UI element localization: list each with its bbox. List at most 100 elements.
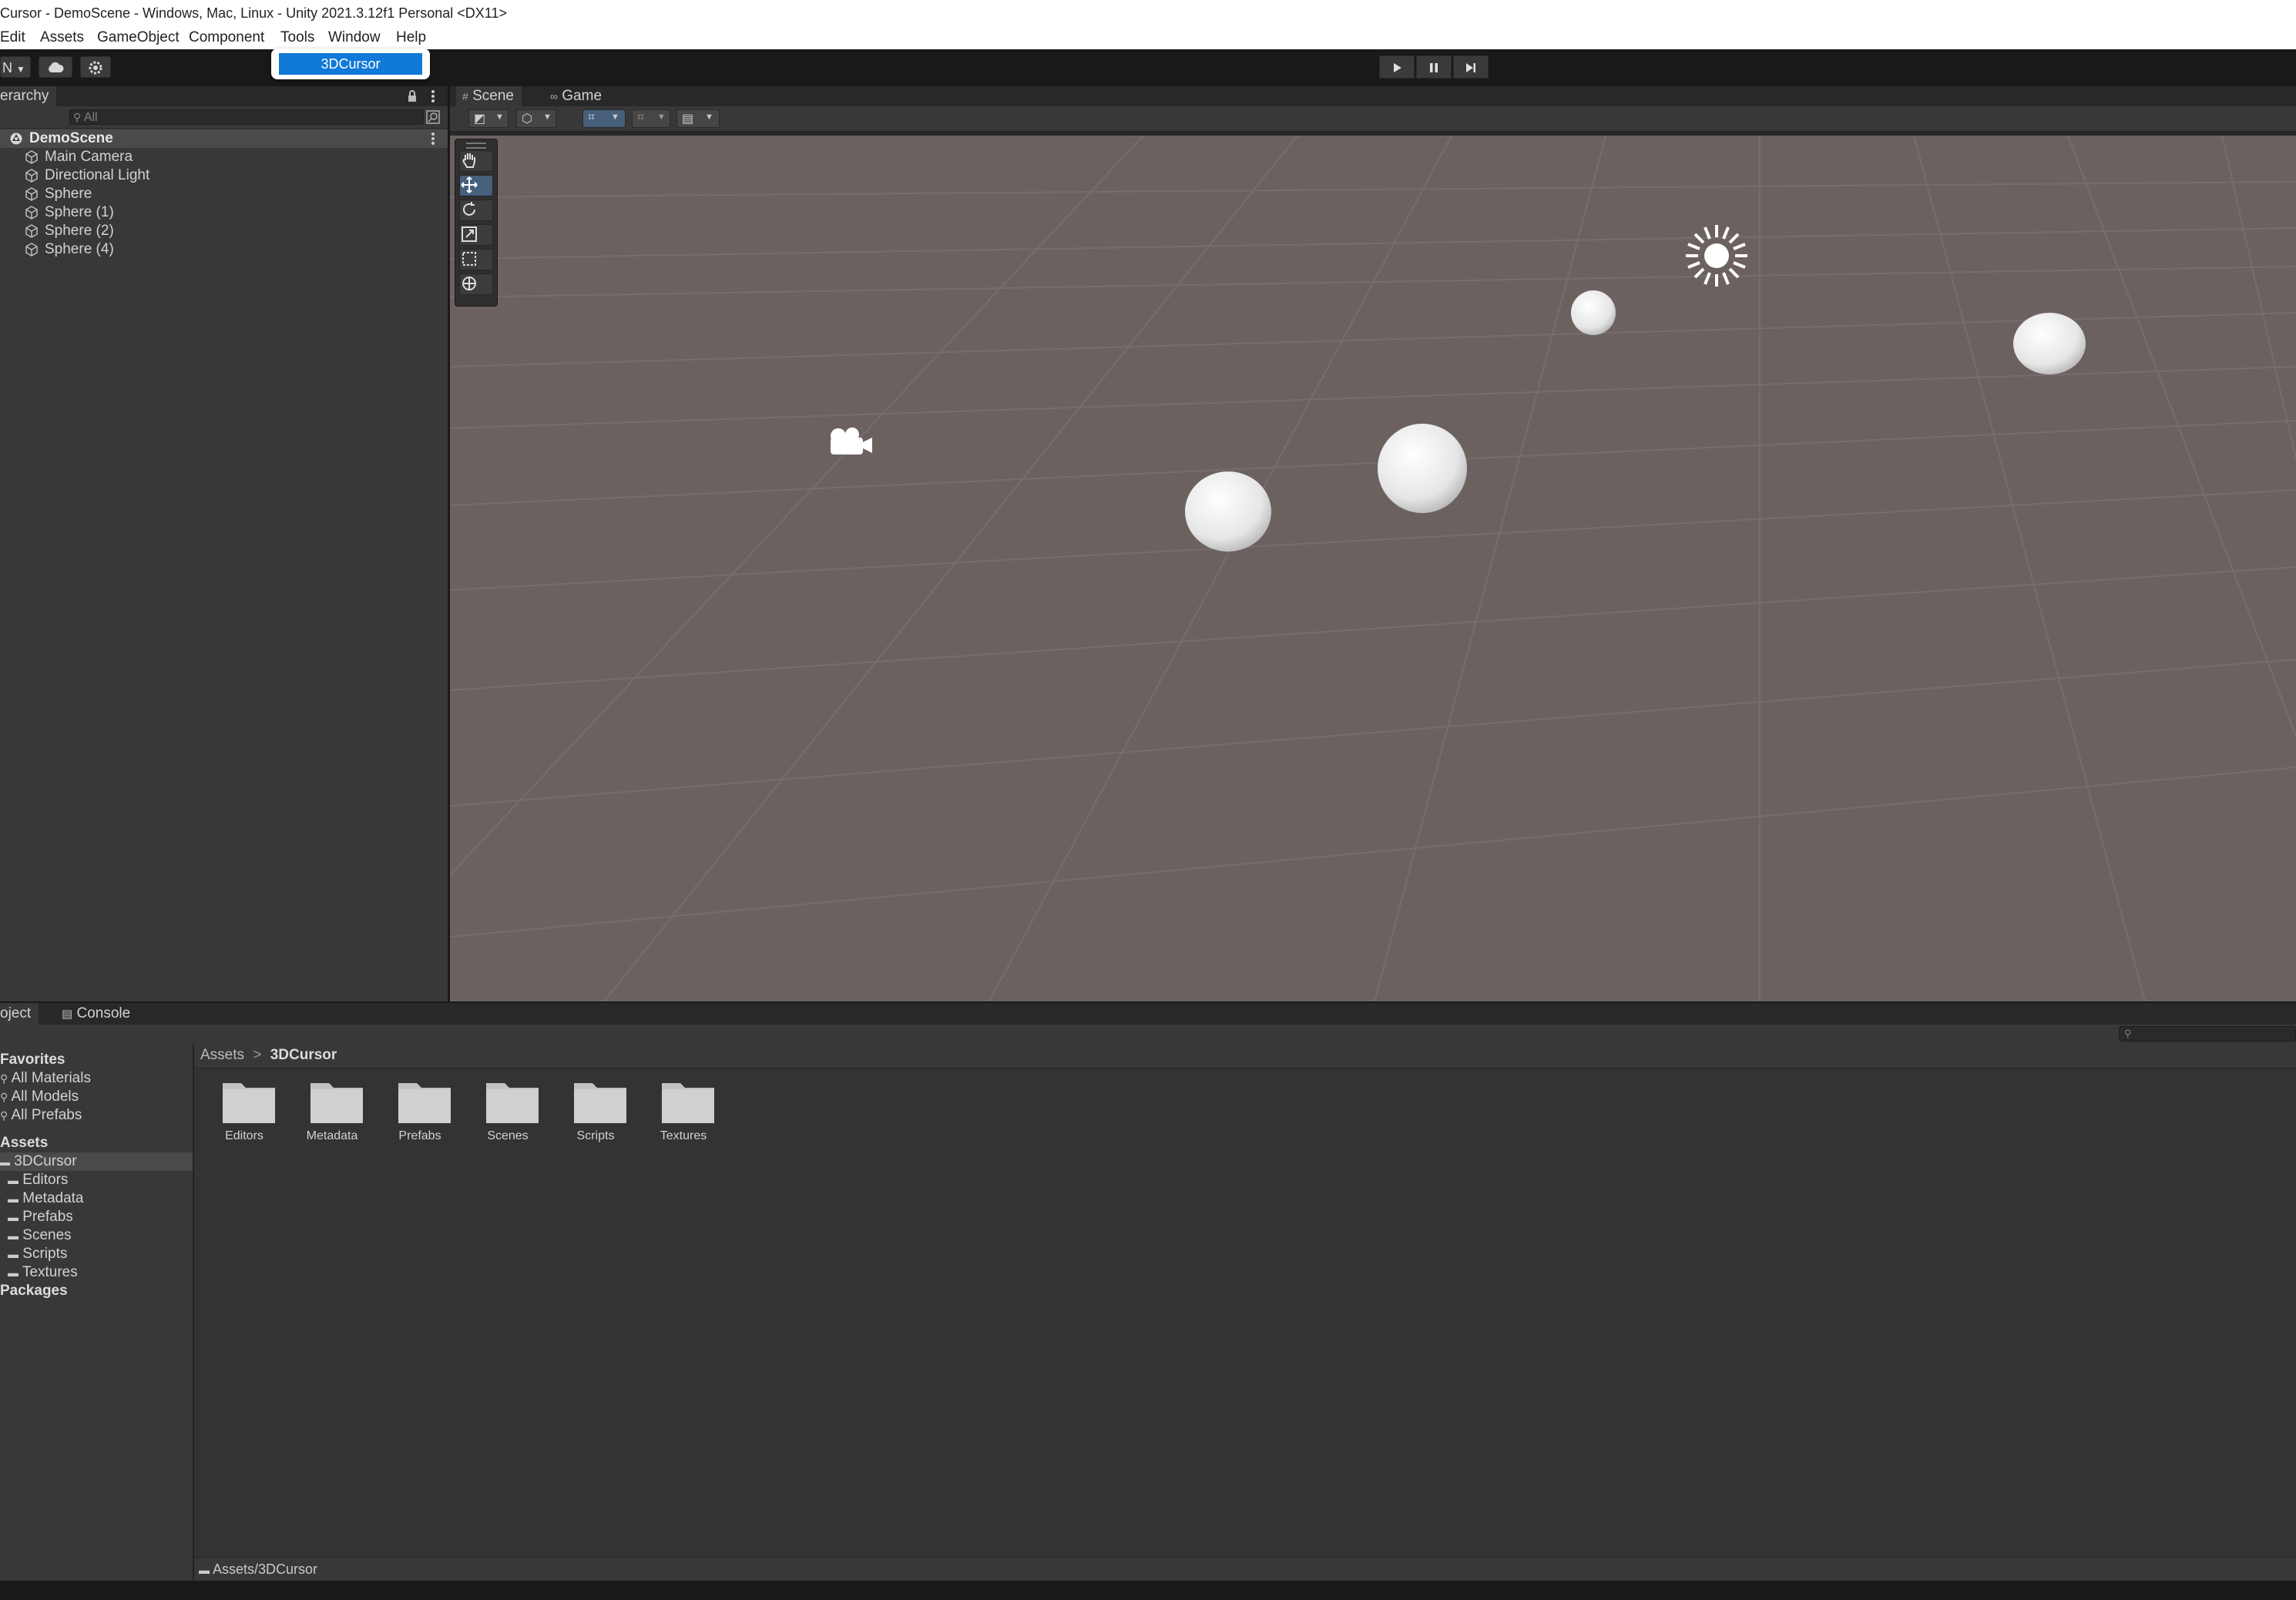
- account-dropdown[interactable]: N ▼: [0, 56, 31, 78]
- menu-gameobject[interactable]: GameObject: [97, 26, 180, 49]
- collab-button[interactable]: [80, 56, 111, 78]
- asset-folder[interactable]: ▬ Metadata: [0, 1189, 193, 1208]
- folder-icon: [662, 1083, 714, 1123]
- pause-button[interactable]: [1416, 55, 1452, 79]
- hierarchy-item-label: Sphere: [45, 186, 92, 202]
- menu-component[interactable]: Component: [189, 26, 264, 49]
- hierarchy-item[interactable]: Sphere (4): [0, 240, 448, 259]
- gamepad-icon: ∞: [550, 90, 558, 102]
- step-button[interactable]: [1453, 55, 1489, 79]
- folder-icon: [310, 1083, 363, 1123]
- folder-icon: ▬: [8, 1192, 18, 1205]
- menu-window[interactable]: Window: [328, 26, 381, 49]
- menu-item-3dcursor[interactable]: 3DCursor: [279, 53, 422, 75]
- hierarchy-item[interactable]: Sphere: [0, 185, 448, 203]
- asset-folder-label: Textures: [22, 1264, 78, 1280]
- sphere-object[interactable]: [2013, 313, 2086, 374]
- search-icon: ⚲: [0, 1072, 8, 1085]
- rect-tool-button[interactable]: [459, 249, 493, 270]
- cube-icon: ⬡: [522, 112, 532, 126]
- asset-folder[interactable]: ▬ Textures: [0, 1263, 193, 1282]
- asset-folder[interactable]: ▬ Scenes: [0, 1226, 193, 1245]
- hand-tool-button[interactable]: [459, 150, 493, 172]
- folder-icon: ▬: [8, 1248, 18, 1260]
- favorites-header-label: Favorites: [0, 1052, 65, 1068]
- asset-folder[interactable]: ▬ Prefabs: [0, 1208, 193, 1226]
- draw-mode-dropdown[interactable]: ◩ ▼: [468, 109, 509, 128]
- tab-scene-label: Scene: [472, 88, 514, 104]
- drag-handle-icon[interactable]: [466, 143, 486, 149]
- folder-icon: [574, 1083, 626, 1123]
- favorite-item[interactable]: ⚲ All Materials: [0, 1069, 193, 1088]
- tab-game[interactable]: ∞ Game: [542, 86, 609, 106]
- scale-tool-button[interactable]: [459, 224, 493, 246]
- asset-folder[interactable]: ▬ Scripts: [0, 1245, 193, 1263]
- packages-header[interactable]: Packages: [0, 1282, 193, 1300]
- snap-increment-button[interactable]: ⌗ ▼: [632, 109, 670, 128]
- hierarchy-search-bar: ⚲ All: [0, 106, 448, 129]
- folder-tile[interactable]: Editors: [202, 1077, 287, 1162]
- folder-icon: [486, 1083, 539, 1123]
- increment-snap-dropdown[interactable]: ▤ ▼: [676, 109, 720, 128]
- project-search-input[interactable]: ⚲: [2119, 1026, 2296, 1042]
- gear-icon: [89, 61, 102, 75]
- rotate-tool-button[interactable]: [459, 200, 493, 221]
- assets-header[interactable]: Assets: [0, 1134, 193, 1152]
- scene-viewport[interactable]: [450, 136, 2296, 1001]
- tab-project[interactable]: oject: [0, 1003, 39, 1025]
- hierarchy-search-input[interactable]: ⚲ All: [69, 109, 424, 125]
- more-options-icon[interactable]: [431, 89, 435, 103]
- hierarchy-item[interactable]: Directional Light: [0, 166, 448, 185]
- render-mode-dropdown[interactable]: ⬡ ▼: [516, 109, 556, 128]
- folder-open-icon: ▬: [0, 1156, 10, 1168]
- folder-tile[interactable]: Scenes: [465, 1077, 550, 1162]
- asset-folder-label: Prefabs: [22, 1209, 73, 1225]
- rect-transform-icon: [462, 252, 476, 266]
- more-options-icon[interactable]: [431, 132, 435, 146]
- tab-hierarchy[interactable]: erarchy: [0, 86, 57, 106]
- lock-icon[interactable]: [407, 90, 418, 102]
- hierarchy-item[interactable]: Main Camera: [0, 148, 448, 166]
- folder-tile-label: Textures: [660, 1129, 707, 1142]
- project-status-bar: ▬ Assets/3DCursor: [194, 1557, 2296, 1581]
- folder-tile[interactable]: Prefabs: [378, 1077, 462, 1162]
- folder-tile[interactable]: Metadata: [290, 1077, 374, 1162]
- hierarchy-item[interactable]: Sphere (2): [0, 222, 448, 240]
- chevron-down-icon: ▼: [495, 112, 504, 122]
- folder-tile[interactable]: Textures: [641, 1077, 726, 1162]
- hierarchy-item-label: Sphere (1): [45, 204, 114, 220]
- scene-root-row[interactable]: DemoScene: [0, 129, 448, 148]
- favorites-header: Favorites: [0, 1051, 193, 1069]
- folder-tile[interactable]: Scripts: [553, 1077, 638, 1162]
- cloud-icon: [49, 62, 64, 72]
- play-button[interactable]: [1379, 55, 1415, 79]
- breadcrumb-root[interactable]: Assets: [200, 1047, 244, 1063]
- sun-icon[interactable]: [1686, 225, 1747, 287]
- sphere-object[interactable]: [1185, 471, 1271, 552]
- sphere-object[interactable]: [1571, 290, 1616, 335]
- project-content: Assets > 3DCursor Editors Metadata Prefa…: [194, 1043, 2296, 1581]
- transform-tool-button[interactable]: [459, 273, 493, 295]
- cloud-button[interactable]: [39, 56, 72, 78]
- search-filter-icon[interactable]: [426, 110, 440, 124]
- tab-scene[interactable]: # Scene: [456, 86, 522, 106]
- search-icon: ⚲: [0, 1091, 8, 1103]
- assets-root-folder[interactable]: ▬ 3DCursor: [0, 1152, 193, 1171]
- menu-tools[interactable]: Tools: [280, 26, 314, 49]
- grid-snap-icon: ⌗: [588, 111, 596, 124]
- menu-edit[interactable]: Edit: [0, 26, 25, 49]
- move-tool-button[interactable]: [459, 175, 493, 196]
- hierarchy-item[interactable]: Sphere (1): [0, 203, 448, 222]
- breadcrumb-current[interactable]: 3DCursor: [270, 1047, 337, 1063]
- favorite-item[interactable]: ⚲ All Prefabs: [0, 1106, 193, 1125]
- asset-folder[interactable]: ▬ Editors: [0, 1171, 193, 1189]
- favorite-item[interactable]: ⚲ All Models: [0, 1088, 193, 1106]
- favorite-item-label: All Materials: [11, 1070, 91, 1086]
- play-icon: [1394, 63, 1401, 72]
- sphere-object[interactable]: [1378, 424, 1467, 513]
- chevron-down-icon: ▼: [657, 112, 666, 122]
- menu-help[interactable]: Help: [396, 26, 426, 49]
- menu-assets[interactable]: Assets: [40, 26, 84, 49]
- grid-toggle-button[interactable]: ⌗ ▼: [582, 109, 626, 128]
- tab-console[interactable]: ▤ Console: [54, 1003, 138, 1025]
